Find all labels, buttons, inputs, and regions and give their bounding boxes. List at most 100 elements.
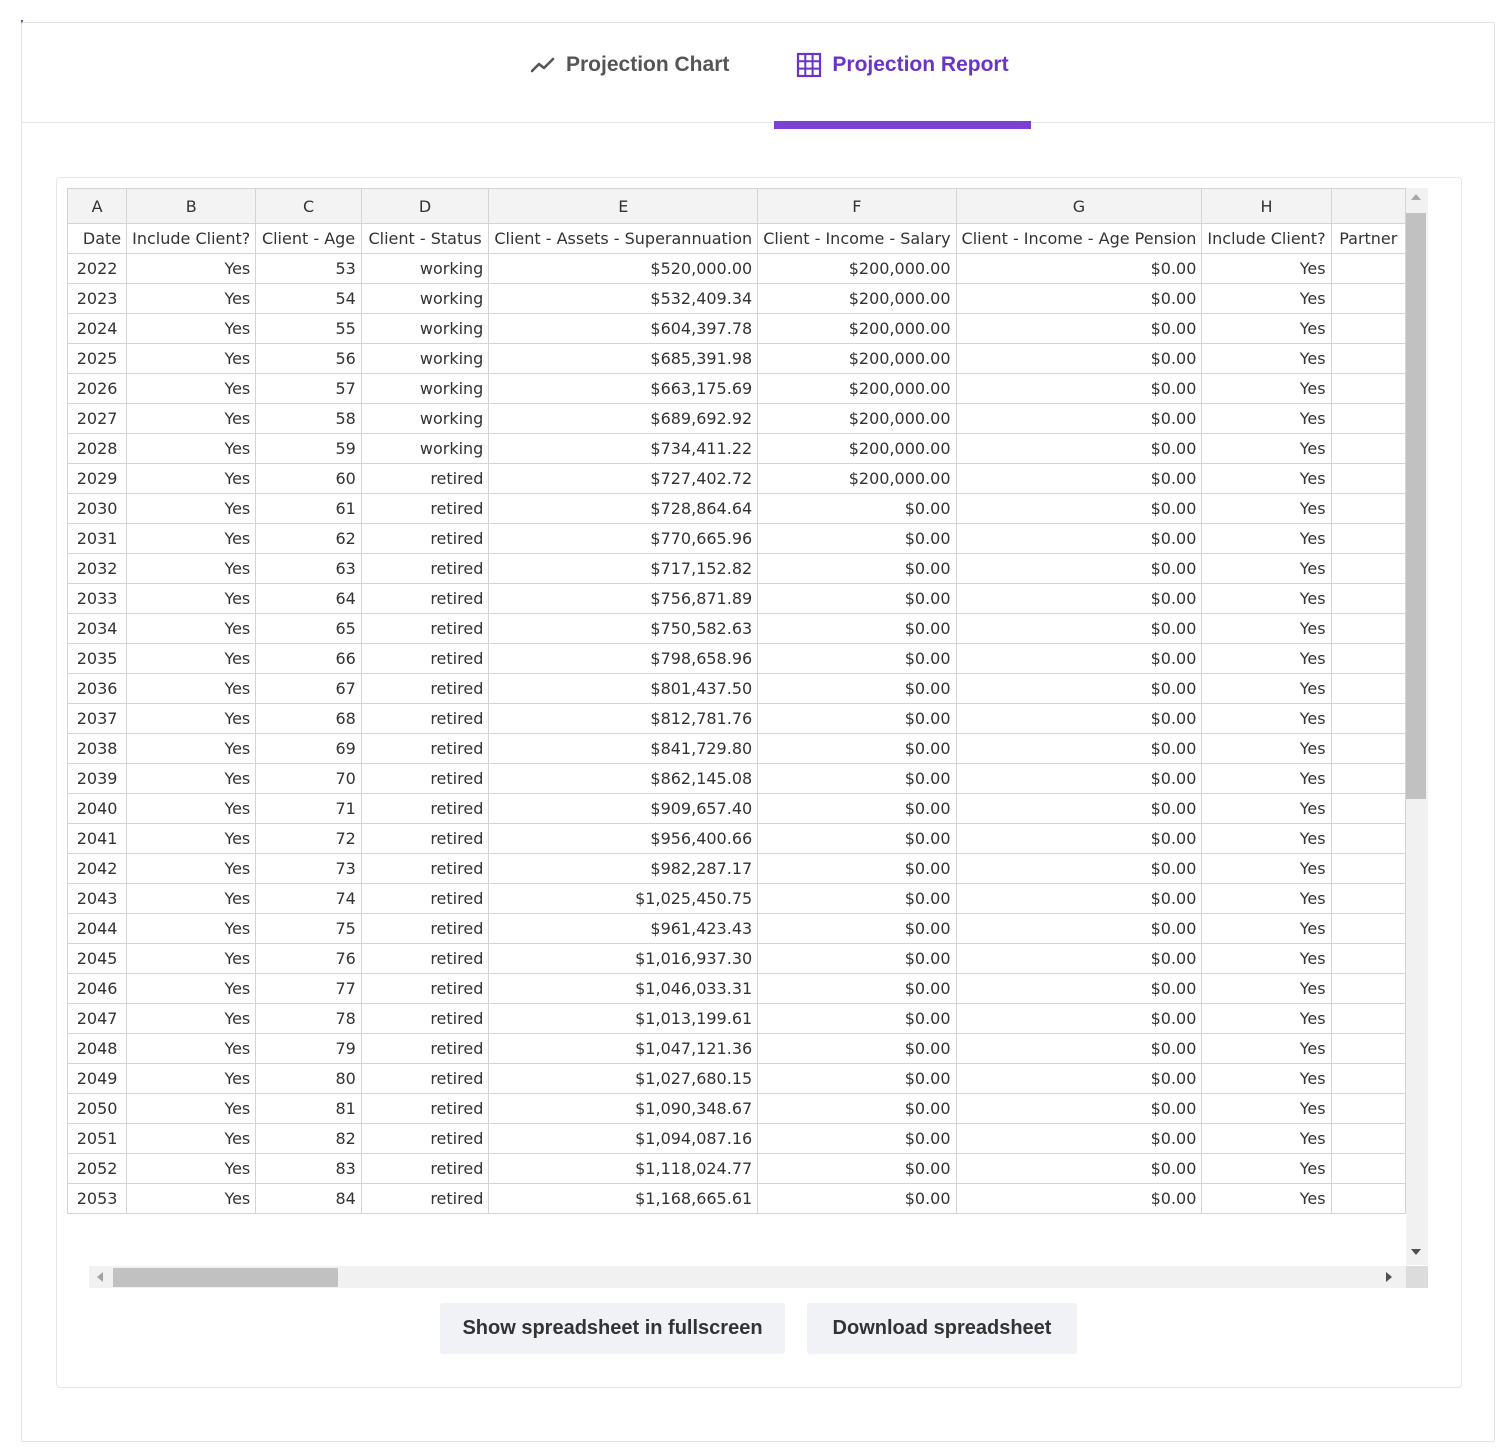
table-cell[interactable]: 2023 — [67, 283, 128, 314]
table-cell[interactable]: 2052 — [67, 1153, 128, 1184]
table-cell[interactable]: Yes — [126, 943, 257, 974]
table-cell[interactable]: 2040 — [67, 793, 128, 824]
table-cell[interactable]: $200,000.00 — [757, 283, 957, 314]
table-cell[interactable]: 2045 — [67, 943, 128, 974]
table-cell[interactable]: Yes — [1201, 1183, 1332, 1214]
table-cell[interactable]: 58 — [255, 403, 362, 434]
table-cell[interactable]: 78 — [255, 1003, 362, 1034]
table-cell[interactable]: 2031 — [67, 523, 128, 554]
table-cell[interactable]: Yes — [126, 253, 257, 284]
table-cell[interactable]: 71 — [255, 793, 362, 824]
table-cell[interactable]: 56 — [255, 343, 362, 374]
table-cell[interactable]: 76 — [255, 943, 362, 974]
table-cell[interactable]: $200,000.00 — [757, 373, 957, 404]
table-cell[interactable]: 79 — [255, 1033, 362, 1064]
table-cell[interactable]: 55 — [255, 313, 362, 344]
header-cell[interactable]: Client - Income - Salary — [757, 223, 957, 254]
table-cell[interactable]: $909,657.40 — [488, 793, 759, 824]
scroll-down-arrow-icon[interactable] — [1411, 1249, 1421, 1255]
table-cell[interactable]: Yes — [1201, 343, 1332, 374]
table-cell[interactable] — [1330, 583, 1406, 614]
table-cell[interactable]: $0.00 — [955, 463, 1203, 494]
table-cell[interactable]: $862,145.08 — [488, 763, 759, 794]
table-cell[interactable] — [1330, 553, 1406, 584]
table-cell[interactable]: $0.00 — [955, 283, 1203, 314]
table-cell[interactable]: 2051 — [67, 1123, 128, 1154]
table-cell[interactable]: 81 — [255, 1093, 362, 1124]
table-cell[interactable]: $717,152.82 — [488, 553, 759, 584]
table-cell[interactable]: Yes — [1201, 373, 1332, 404]
table-cell[interactable]: retired — [360, 883, 490, 914]
table-cell[interactable] — [1330, 1093, 1406, 1124]
table-cell[interactable]: Yes — [126, 1153, 257, 1184]
table-cell[interactable] — [1330, 1063, 1406, 1094]
table-cell[interactable]: $0.00 — [955, 943, 1203, 974]
table-cell[interactable]: $734,411.22 — [488, 433, 759, 464]
table-cell[interactable]: working — [360, 433, 490, 464]
table-cell[interactable]: Yes — [126, 583, 257, 614]
table-cell[interactable]: $0.00 — [955, 1153, 1203, 1184]
table-cell[interactable]: $0.00 — [955, 1123, 1203, 1154]
table-cell[interactable]: Yes — [1201, 853, 1332, 884]
show-fullscreen-button[interactable]: Show spreadsheet in fullscreen — [440, 1303, 785, 1354]
table-cell[interactable]: Yes — [1201, 523, 1332, 554]
table-cell[interactable] — [1330, 523, 1406, 554]
table-cell[interactable]: Yes — [1201, 553, 1332, 584]
table-cell[interactable] — [1330, 313, 1406, 344]
column-letter-a[interactable]: A — [67, 188, 128, 224]
table-cell[interactable]: $0.00 — [757, 1033, 957, 1064]
table-cell[interactable]: retired — [360, 1153, 490, 1184]
table-cell[interactable]: $0.00 — [955, 313, 1203, 344]
table-cell[interactable]: $604,397.78 — [488, 313, 759, 344]
table-cell[interactable]: $0.00 — [955, 643, 1203, 674]
column-letter-c[interactable]: C — [255, 188, 362, 224]
vertical-scrollbar[interactable] — [1406, 188, 1428, 1265]
table-cell[interactable]: Yes — [1201, 943, 1332, 974]
table-cell[interactable]: Yes — [1201, 283, 1332, 314]
header-cell[interactable]: Client - Status — [360, 223, 490, 254]
table-cell[interactable]: Yes — [126, 553, 257, 584]
table-cell[interactable] — [1330, 1183, 1406, 1214]
table-cell[interactable]: retired — [360, 643, 490, 674]
table-cell[interactable]: Yes — [126, 763, 257, 794]
table-cell[interactable]: Yes — [126, 313, 257, 344]
table-cell[interactable]: $532,409.34 — [488, 283, 759, 314]
table-cell[interactable]: retired — [360, 523, 490, 554]
horizontal-scrollbar[interactable] — [89, 1266, 1428, 1288]
table-cell[interactable]: 2049 — [67, 1063, 128, 1094]
table-cell[interactable]: 64 — [255, 583, 362, 614]
column-letter-g[interactable]: G — [955, 188, 1203, 224]
table-cell[interactable]: retired — [360, 673, 490, 704]
table-cell[interactable]: $200,000.00 — [757, 463, 957, 494]
table-cell[interactable]: 2043 — [67, 883, 128, 914]
table-cell[interactable]: Yes — [126, 823, 257, 854]
table-cell[interactable]: 73 — [255, 853, 362, 884]
table-cell[interactable]: 2030 — [67, 493, 128, 524]
table-cell[interactable]: retired — [360, 1093, 490, 1124]
table-cell[interactable] — [1330, 913, 1406, 944]
table-cell[interactable]: retired — [360, 853, 490, 884]
table-cell[interactable]: retired — [360, 973, 490, 1004]
table-cell[interactable]: Yes — [1201, 673, 1332, 704]
table-cell[interactable]: Yes — [1201, 253, 1332, 284]
table-cell[interactable] — [1330, 613, 1406, 644]
table-cell[interactable]: $0.00 — [955, 1183, 1203, 1214]
table-cell[interactable]: retired — [360, 1033, 490, 1064]
table-cell[interactable]: working — [360, 283, 490, 314]
table-cell[interactable]: $0.00 — [757, 583, 957, 614]
table-cell[interactable]: $961,423.43 — [488, 913, 759, 944]
table-cell[interactable]: $841,729.80 — [488, 733, 759, 764]
table-cell[interactable]: Yes — [126, 1093, 257, 1124]
table-cell[interactable]: $0.00 — [955, 373, 1203, 404]
table-cell[interactable]: retired — [360, 823, 490, 854]
table-cell[interactable]: 84 — [255, 1183, 362, 1214]
table-cell[interactable]: $956,400.66 — [488, 823, 759, 854]
table-cell[interactable]: retired — [360, 493, 490, 524]
table-cell[interactable]: $520,000.00 — [488, 253, 759, 284]
table-cell[interactable]: 2046 — [67, 973, 128, 1004]
table-cell[interactable]: Yes — [126, 883, 257, 914]
table-cell[interactable]: $728,864.64 — [488, 493, 759, 524]
vertical-scroll-thumb[interactable] — [1406, 213, 1426, 799]
table-cell[interactable] — [1330, 823, 1406, 854]
table-cell[interactable]: retired — [360, 703, 490, 734]
